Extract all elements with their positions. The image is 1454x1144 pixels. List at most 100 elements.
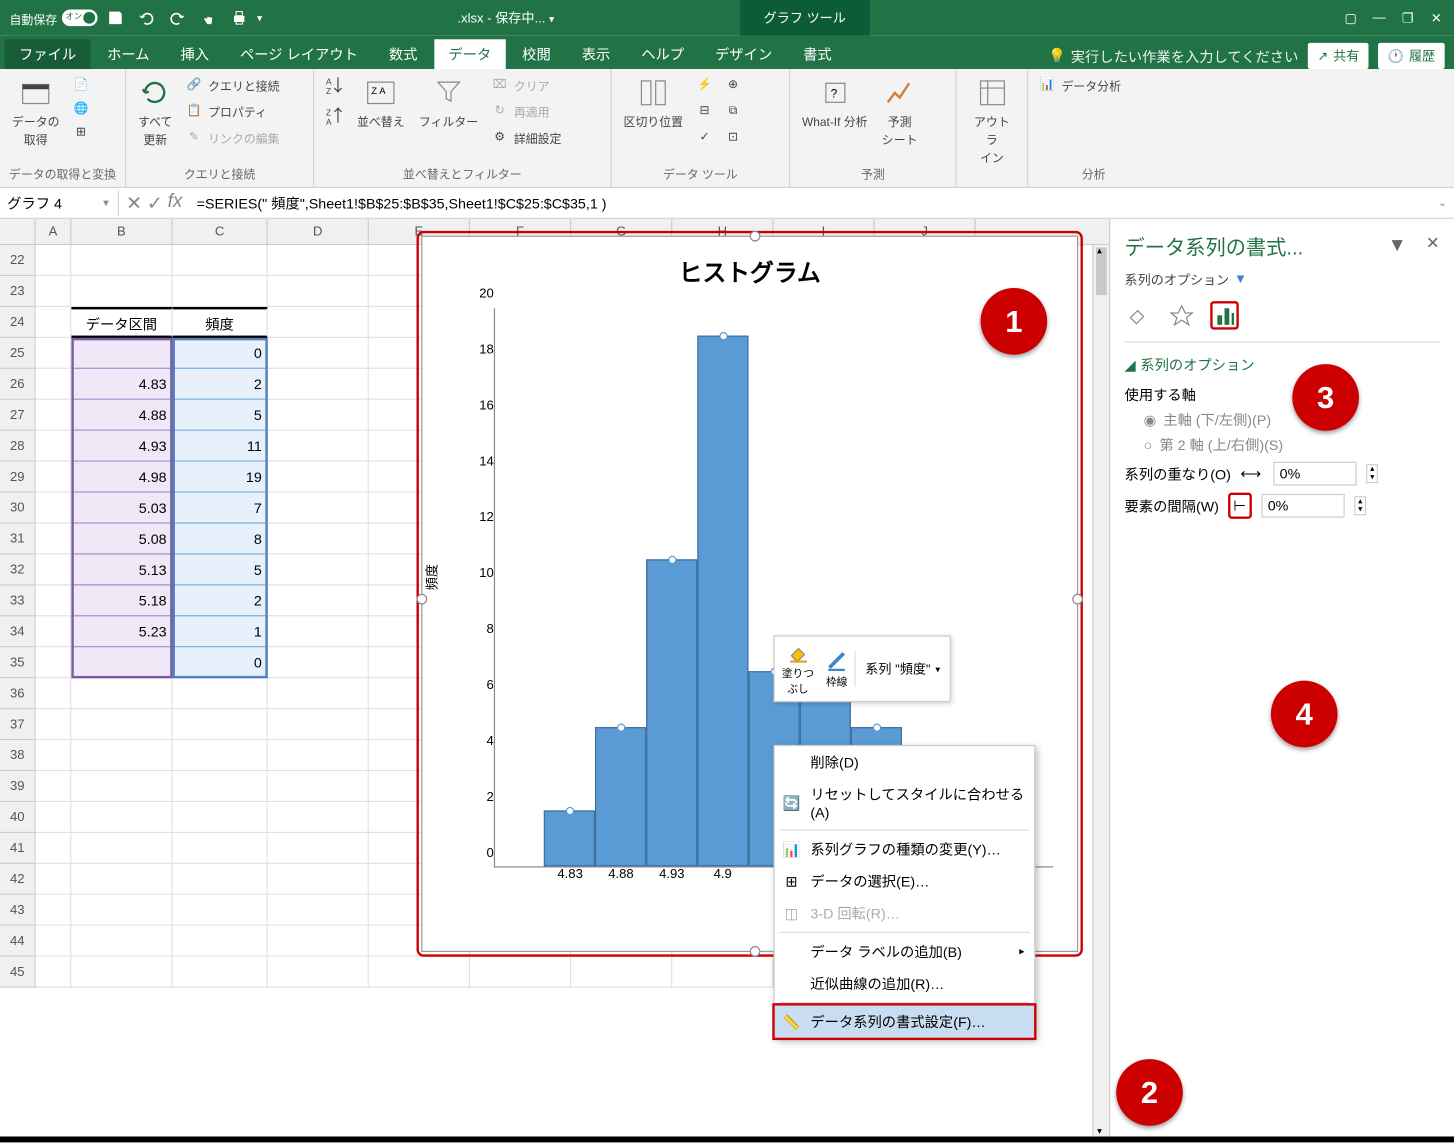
- consolidate-icon[interactable]: ⊕: [721, 74, 745, 95]
- row-header[interactable]: 33: [0, 585, 36, 616]
- cell[interactable]: [36, 585, 72, 616]
- pane-subtitle[interactable]: 系列のオプション▼: [1125, 270, 1440, 289]
- cell[interactable]: [268, 431, 369, 462]
- cell[interactable]: [672, 957, 773, 988]
- maximize-icon[interactable]: ❐: [1395, 5, 1421, 31]
- overlap-input[interactable]: [1274, 462, 1357, 486]
- cell[interactable]: [268, 462, 369, 493]
- row-header[interactable]: 36: [0, 678, 36, 709]
- properties-button[interactable]: 📋プロパティ: [182, 100, 282, 121]
- vertical-scrollbar[interactable]: ▴▾: [1092, 245, 1109, 1136]
- data-valid-icon[interactable]: ✓: [693, 126, 717, 147]
- save-icon[interactable]: [102, 5, 128, 31]
- get-data-button[interactable]: データの 取得: [7, 74, 64, 150]
- tab-page-layout[interactable]: ページ レイアウト: [226, 39, 373, 69]
- chart-title[interactable]: ヒストグラム: [422, 237, 1077, 305]
- sort-button[interactable]: Z A並べ替え: [352, 74, 409, 132]
- row-header[interactable]: 23: [0, 276, 36, 307]
- tab-view[interactable]: 表示: [567, 39, 624, 69]
- sort-za-icon[interactable]: ZA: [321, 105, 347, 129]
- autosave-toggle[interactable]: 自動保存 オン: [10, 9, 98, 27]
- cell[interactable]: [268, 276, 369, 307]
- cell[interactable]: [71, 864, 172, 895]
- fill-color-button[interactable]: 塗りつ ぶし: [777, 639, 819, 699]
- fill-line-icon[interactable]: [1125, 301, 1154, 330]
- row-header[interactable]: 40: [0, 802, 36, 833]
- tab-design[interactable]: デザイン: [701, 39, 787, 69]
- cell[interactable]: [71, 926, 172, 957]
- touch-icon[interactable]: [195, 5, 221, 31]
- cell[interactable]: 0: [173, 338, 268, 369]
- cell[interactable]: [36, 276, 72, 307]
- accept-formula-icon[interactable]: ✓: [147, 191, 163, 215]
- cell[interactable]: [369, 957, 470, 988]
- whatif-button[interactable]: ?What-If 分析: [797, 74, 872, 132]
- cell[interactable]: [36, 802, 72, 833]
- ctx-select-data[interactable]: ⊞データの選択(E)…: [775, 865, 1034, 897]
- ctx-add-trendline[interactable]: 近似曲線の追加(R)…: [775, 967, 1034, 999]
- row-header[interactable]: 26: [0, 369, 36, 400]
- tab-file[interactable]: ファイル: [5, 39, 91, 69]
- row-header[interactable]: 24: [0, 307, 36, 338]
- row-header[interactable]: 27: [0, 400, 36, 431]
- cell[interactable]: [36, 833, 72, 864]
- cell[interactable]: 4.83: [71, 369, 172, 400]
- row-header[interactable]: 32: [0, 555, 36, 586]
- cell[interactable]: [268, 647, 369, 678]
- cell[interactable]: [268, 245, 369, 276]
- cell[interactable]: [268, 616, 369, 647]
- row-header[interactable]: 37: [0, 709, 36, 740]
- row-header[interactable]: 44: [0, 926, 36, 957]
- cell[interactable]: [36, 647, 72, 678]
- cell[interactable]: [71, 709, 172, 740]
- cell[interactable]: [268, 895, 369, 926]
- cell[interactable]: 7: [173, 493, 268, 524]
- cell[interactable]: [268, 957, 369, 988]
- tab-format[interactable]: 書式: [789, 39, 846, 69]
- cell[interactable]: 5.08: [71, 524, 172, 555]
- ctx-format-data-series[interactable]: 📏データ系列の書式設定(F)…: [772, 1003, 1036, 1040]
- queries-connections-button[interactable]: 🔗クエリと接続: [182, 74, 282, 95]
- cell[interactable]: [71, 895, 172, 926]
- tell-me-search[interactable]: 💡実行したい作業を入力してください: [1048, 46, 1298, 66]
- history-button[interactable]: 🕐履歴: [1378, 43, 1444, 69]
- ctx-add-data-labels[interactable]: データ ラベルの追加(B)▸: [775, 935, 1034, 967]
- cell[interactable]: [173, 678, 268, 709]
- row-header[interactable]: 41: [0, 833, 36, 864]
- formula-input[interactable]: [190, 192, 1431, 213]
- cell[interactable]: [36, 864, 72, 895]
- row-header[interactable]: 31: [0, 524, 36, 555]
- tab-formulas[interactable]: 数式: [375, 39, 432, 69]
- cell[interactable]: [71, 245, 172, 276]
- cell[interactable]: 5.03: [71, 493, 172, 524]
- undo-icon[interactable]: [133, 5, 159, 31]
- cell[interactable]: [36, 245, 72, 276]
- cell[interactable]: 5.18: [71, 585, 172, 616]
- redo-icon[interactable]: [164, 5, 190, 31]
- gap-input[interactable]: [1262, 494, 1345, 518]
- overlap-slider-icon[interactable]: ⟷: [1240, 465, 1264, 482]
- cell[interactable]: [36, 524, 72, 555]
- cell[interactable]: [71, 833, 172, 864]
- row-header[interactable]: 45: [0, 957, 36, 988]
- cell[interactable]: [173, 864, 268, 895]
- overlap-spinner[interactable]: ▴▾: [1367, 464, 1378, 483]
- cell[interactable]: 1: [173, 616, 268, 647]
- cell[interactable]: [173, 740, 268, 771]
- print-icon[interactable]: [226, 5, 252, 31]
- ctx-change-chart-type[interactable]: 📊系列グラフの種類の変更(Y)…: [775, 833, 1034, 865]
- from-web-icon[interactable]: 🌐: [69, 98, 93, 119]
- relationships-icon[interactable]: ⧉: [721, 100, 745, 121]
- cell[interactable]: [268, 678, 369, 709]
- from-text-icon[interactable]: 📄: [69, 74, 93, 95]
- cell[interactable]: 4.88: [71, 400, 172, 431]
- tab-data[interactable]: データ: [434, 39, 505, 69]
- cell[interactable]: [268, 585, 369, 616]
- cell[interactable]: [268, 369, 369, 400]
- row-header[interactable]: 38: [0, 740, 36, 771]
- refresh-all-button[interactable]: すべて 更新: [133, 74, 177, 150]
- cell[interactable]: [268, 864, 369, 895]
- filter-button[interactable]: フィルター: [414, 74, 483, 132]
- data-analysis-button[interactable]: 📊データ分析: [1035, 74, 1123, 95]
- cell[interactable]: [71, 276, 172, 307]
